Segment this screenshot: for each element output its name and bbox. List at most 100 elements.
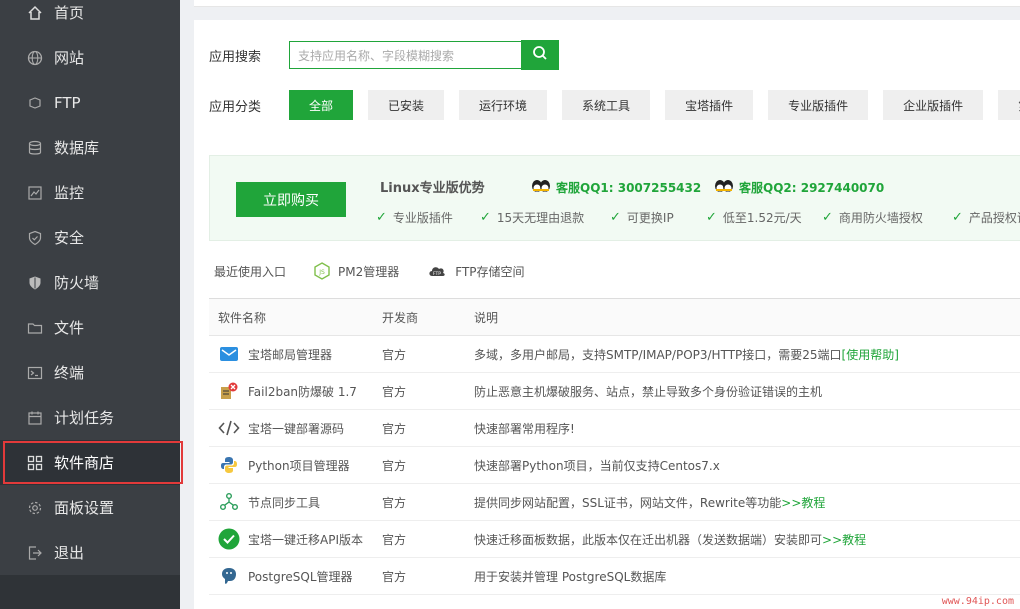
pro-promo-banner: 立即购买 Linux专业版优势 客服QQ1: 3007255432 客服QQ2:… [209, 155, 1020, 241]
fail2ban-icon [218, 380, 240, 402]
software-name[interactable]: 宝塔邮局管理器 [248, 346, 332, 363]
software-name[interactable]: Python项目管理器 [248, 457, 350, 474]
cloud-ftp-icon: FTP [427, 263, 447, 279]
sidebar-item-terminal[interactable]: 终端 [0, 350, 180, 395]
sidebar-item-logout[interactable]: 退出 [0, 530, 180, 575]
table-row[interactable]: 宝塔邮局管理器 官方 多域，多用户邮局，支持SMTP/IMAP/POP3/HTT… [209, 336, 1020, 373]
recent-label: 最近使用入口 [214, 264, 287, 279]
qq-icon [713, 178, 735, 197]
search-row: 应用搜索 支持应用名称、字段模糊搜索 [209, 40, 559, 70]
nodes-icon [218, 491, 240, 513]
help-link[interactable]: [使用帮助] [842, 348, 899, 362]
qq-icon [530, 178, 552, 197]
feature-item: ✓ 商用防火墙授权 [822, 210, 923, 225]
sidebar: 首页 网站 FTP 数据库 监控 安全 防火墙 文件 终端 计划任务 软件商店 … [0, 0, 183, 609]
sidebar-item-label: 软件商店 [54, 454, 115, 472]
check-icon: ✓ [706, 210, 717, 225]
developer: 官方 [382, 569, 407, 584]
qq2-contact[interactable]: 客服QQ2: 2927440070 [713, 178, 884, 197]
monitor-icon [26, 184, 44, 202]
software-name[interactable]: PostgreSQL管理器 [248, 568, 353, 585]
code-icon [218, 417, 240, 439]
category-bt-plugins[interactable]: 宝塔插件 [665, 90, 754, 120]
col-description[interactable]: 说明 [465, 309, 1020, 326]
main-content: 应用搜索 支持应用名称、字段模糊搜索 应用分类 全部 已安装 运行环境 系统工具… [180, 0, 1020, 609]
developer: 官方 [382, 347, 407, 362]
category-pro-plugins[interactable]: 专业版插件 [768, 90, 869, 120]
qq1-contact[interactable]: 客服QQ1: 3007255432 [530, 178, 701, 197]
software-name[interactable]: 宝塔一键部署源码 [248, 420, 344, 437]
tutorial-link[interactable]: >>教程 [781, 496, 825, 510]
postgresql-icon [218, 565, 240, 587]
sidebar-item-website[interactable]: 网站 [0, 35, 180, 80]
sidebar-item-software-store[interactable]: 软件商店 [0, 440, 180, 485]
check-icon: ✓ [376, 210, 387, 225]
logout-icon [26, 544, 44, 562]
software-store-panel: 应用搜索 支持应用名称、字段模糊搜索 应用分类 全部 已安装 运行环境 系统工具… [194, 20, 1020, 609]
feature-item: ✓ 专业版插件 [376, 210, 453, 225]
python-icon [218, 454, 240, 476]
search-label: 应用搜索 [209, 49, 262, 65]
table-row[interactable]: 宝塔一键迁移API版本 官方 快速迁移面板数据，此版本仅在迁出机器（发送数据端）… [209, 521, 1020, 558]
developer: 官方 [382, 532, 407, 547]
tutorial-link[interactable]: >>教程 [822, 533, 866, 547]
ftp-icon [26, 94, 44, 112]
category-installed[interactable]: 已安装 [368, 90, 445, 120]
table-row[interactable]: 节点同步工具 官方 提供同步网站配置，SSL证书，网站文件，Rewrite等功能… [209, 484, 1020, 521]
description: 用于安装并管理 PostgreSQL数据库 [474, 569, 667, 584]
sidebar-item-home[interactable]: 首页 [0, 0, 180, 35]
search-button[interactable] [521, 40, 559, 70]
category-enterprise-plugins[interactable]: 企业版插件 [883, 90, 984, 120]
sidebar-item-label: 安全 [54, 229, 85, 247]
sidebar-item-label: 首页 [54, 4, 85, 22]
buy-now-button[interactable]: 立即购买 [236, 182, 346, 217]
shield-icon [26, 229, 44, 247]
sidebar-item-label: 文件 [54, 319, 85, 337]
description: 防止恶意主机爆破服务、站点，禁止导致多个身份验证错误的主机 [474, 384, 823, 399]
table-row[interactable]: Python项目管理器 官方 快速部署Python项目，当前仅支持Centos7… [209, 447, 1020, 484]
category-system-tools[interactable]: 系统工具 [562, 90, 651, 120]
description: 多域，多用户邮局，支持SMTP/IMAP/POP3/HTTP接口，需要25端口 [474, 347, 842, 362]
svg-text:JS: JS [318, 269, 325, 276]
description: 快速迁移面板数据，此版本仅在迁出机器（发送数据端）安装即可 [474, 532, 823, 547]
description: 提供同步网站配置，SSL证书，网站文件，Rewrite等功能 [474, 495, 782, 510]
recent-item-pm2[interactable]: JS PM2管理器 [314, 262, 399, 280]
table-row[interactable]: 宝塔一键部署源码 官方 快速部署常用程序! [209, 410, 1020, 447]
watermark: www.94ip.com [941, 596, 1014, 607]
software-name[interactable]: 宝塔一键迁移API版本 [248, 531, 363, 548]
software-name[interactable]: Fail2ban防爆破 1.7 [248, 383, 357, 400]
feature-item: ✓ 可更换IP [610, 210, 674, 225]
folder-icon [26, 319, 44, 337]
developer: 官方 [382, 458, 407, 473]
sidebar-item-monitor[interactable]: 监控 [0, 170, 180, 215]
recent-item-ftp-storage[interactable]: FTP FTP存储空间 [427, 263, 525, 280]
calendar-icon [26, 409, 44, 427]
firewall-icon [26, 274, 44, 292]
developer: 官方 [382, 421, 407, 436]
sidebar-item-security[interactable]: 安全 [0, 215, 180, 260]
sidebar-item-label: 网站 [54, 49, 85, 67]
feature-item: ✓产品授权证 [952, 210, 1020, 225]
sidebar-item-ftp[interactable]: FTP [0, 80, 180, 125]
category-runtime[interactable]: 运行环境 [459, 90, 548, 120]
table-row[interactable]: Fail2ban防爆破 1.7 官方 防止恶意主机爆破服务、站点，禁止导致多个身… [209, 373, 1020, 410]
search-input[interactable]: 支持应用名称、字段模糊搜索 [289, 41, 521, 69]
sidebar-item-files[interactable]: 文件 [0, 305, 180, 350]
sidebar-item-firewall[interactable]: 防火墙 [0, 260, 180, 305]
col-software-name[interactable]: 软件名称 [209, 309, 373, 326]
sidebar-item-panel-settings[interactable]: 面板设置 [0, 485, 180, 530]
category-third-party[interactable]: 第 [998, 90, 1020, 120]
check-icon: ✓ [610, 210, 621, 225]
sidebar-footer [0, 575, 180, 609]
home-icon [26, 4, 44, 22]
sidebar-item-cron[interactable]: 计划任务 [0, 395, 180, 440]
check-icon: ✓ [480, 210, 491, 225]
globe-icon [26, 49, 44, 67]
sidebar-item-database[interactable]: 数据库 [0, 125, 180, 170]
col-developer[interactable]: 开发商 [373, 309, 465, 326]
category-all[interactable]: 全部 [289, 90, 354, 120]
table-row[interactable]: PostgreSQL管理器 官方 用于安装并管理 PostgreSQL数据库 [209, 558, 1020, 595]
sidebar-item-label: FTP [54, 93, 81, 112]
category-row: 应用分类 全部 已安装 运行环境 系统工具 宝塔插件 专业版插件 企业版插件 第 [209, 90, 1020, 120]
software-name[interactable]: 节点同步工具 [248, 494, 320, 511]
